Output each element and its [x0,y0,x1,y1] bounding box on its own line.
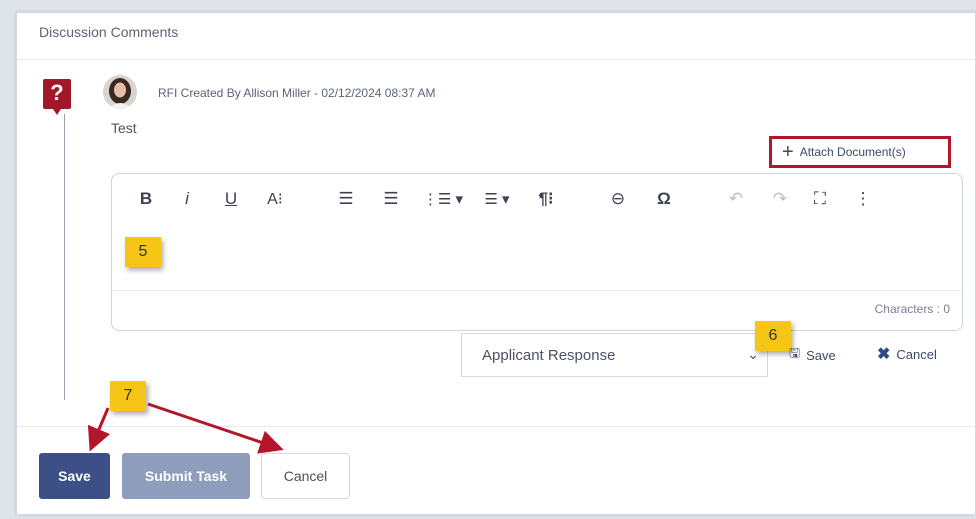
more-button[interactable]: ⋮ [855,186,872,212]
response-type-select[interactable]: Applicant Response ⌄ [461,333,768,377]
plus-icon: + [782,141,794,163]
editor-toolbar: B i U A⁝ ☰ ☰ ⋮☰ ▾ ☰ ▾ ¶⁝ ⊖ Ω ↶ ↷ ⛶ ⋮ [112,174,962,226]
callout-badge-5: 5 [125,237,161,267]
callout-badge-6: 6 [755,321,791,351]
comment-cancel-button[interactable]: ✖ Cancel [877,344,937,364]
bold-button[interactable]: B [138,186,154,212]
submit-task-button[interactable]: Submit Task [122,453,250,499]
section-title: Discussion Comments [39,24,179,40]
cancel-button[interactable]: Cancel [261,453,350,499]
avatar [103,75,137,109]
align-center-button[interactable]: ☰ [380,186,402,212]
close-icon: ✖ [877,346,891,363]
undo-button[interactable]: ↶ [724,186,748,212]
callout-badge-7: 7 [110,381,146,411]
response-type-value: Applicant Response [482,346,616,364]
paragraph-format-button[interactable]: ¶⁝ [532,186,560,212]
divider [17,59,975,60]
comment-text: Test [111,120,137,136]
save-button[interactable]: Save [39,453,110,499]
divider [17,426,975,427]
editor-footer-divider [112,290,962,291]
timeline-line [64,114,65,400]
insert-link-button[interactable]: ⊖ [606,186,630,212]
comment-cancel-label: Cancel [896,346,937,362]
align-left-button[interactable]: ☰ [335,186,357,212]
floppy-disk-icon: 🖫 [789,345,801,360]
comment-save-button[interactable]: 🖫 Save [789,344,836,366]
character-count: Characters : 0 [874,302,950,316]
italic-button[interactable]: i [180,186,194,212]
redo-button[interactable]: ↷ [768,186,792,212]
fullscreen-button[interactable]: ⛶ [808,186,832,212]
rfi-question-icon: ? [43,79,71,115]
attach-documents-button[interactable]: + Attach Document(s) [769,136,951,168]
ordered-list-button[interactable]: ⋮☰ ▾ [418,186,468,212]
unordered-list-button[interactable]: ☰ ▾ [476,186,518,212]
font-size-button[interactable]: A⁝ [262,186,288,212]
underline-button[interactable]: U [222,186,240,212]
comment-meta: RFI Created By Allison Miller - 02/12/20… [158,86,436,100]
comment-save-label: Save [806,347,836,363]
rich-text-editor[interactable]: B i U A⁝ ☰ ☰ ⋮☰ ▾ ☰ ▾ ¶⁝ ⊖ Ω ↶ ↷ ⛶ ⋮ Cha… [111,173,963,331]
attach-documents-label: Attach Document(s) [799,145,906,159]
discussion-panel: Discussion Comments ? RFI Created By All… [16,12,976,515]
special-chars-button[interactable]: Ω [652,186,676,212]
